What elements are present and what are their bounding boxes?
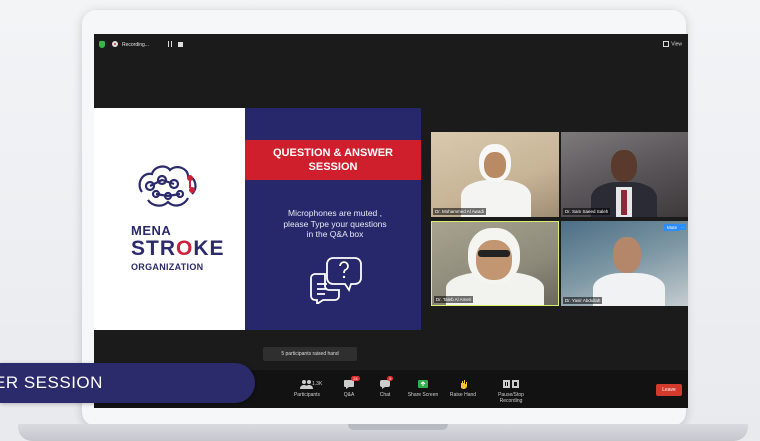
share-screen-button[interactable]: Share Screen	[406, 379, 440, 398]
qa-badge: 24	[351, 376, 360, 381]
video-tile-4[interactable]: Mute … Dr. Yasir Abdullah	[561, 221, 688, 306]
participant-name: Dr. Mohammed Al Awadi	[433, 208, 486, 215]
person-silhouette	[593, 273, 665, 306]
zoom-top-bar: Recording... View	[94, 34, 688, 56]
logo-text-stroke: STROKE	[131, 237, 225, 261]
caption-text: ER SESSION	[0, 373, 103, 392]
raise-hand-icon	[461, 380, 467, 389]
logo-stroke-part2: KE	[193, 237, 225, 260]
participant-name: Dr. Sam Saeed Saleh	[563, 208, 611, 215]
mute-button[interactable]: Mute	[663, 224, 680, 231]
shared-slide: MENA STROKE ORGANIZATION QUESTION & ANSW…	[94, 108, 421, 330]
pause-stop-recording-button[interactable]: Pause/Stop Recording	[486, 379, 536, 404]
participant-name: Dr. Taleb Al Ameri	[434, 296, 474, 303]
laptop-notch	[348, 424, 448, 430]
grid-view-icon	[663, 41, 670, 47]
chat-label: Chat	[379, 392, 391, 398]
qa-msg-line1: Microphones are muted ,	[287, 208, 383, 218]
view-label: View	[671, 41, 682, 48]
logo-text-organization: ORGANIZATION	[131, 262, 204, 272]
brain-logo-icon	[138, 165, 197, 207]
logo-stroke-part1: STR	[131, 237, 176, 260]
raise-hand-button[interactable]: Raise Hand	[448, 379, 478, 398]
qa-banner-line2: SESSION	[308, 161, 358, 173]
qa-banner: QUESTION & ANSWER SESSION	[245, 140, 421, 180]
logo-stroke-o: O	[176, 237, 194, 260]
person-head	[611, 150, 637, 182]
slide-qa-panel: QUESTION & ANSWER SESSION Microphones ar…	[245, 108, 421, 330]
participants-label: Participants	[293, 392, 321, 398]
logo-text-mena: MENA	[131, 223, 172, 238]
view-button[interactable]: View	[663, 41, 682, 47]
person-face	[476, 240, 512, 280]
leave-button[interactable]: Leave	[656, 384, 682, 396]
person-glasses	[478, 250, 510, 257]
video-tile-3-active-speaker[interactable]: Dr. Taleb Al Ameri	[431, 221, 559, 306]
participants-count: 1.3K	[312, 381, 323, 387]
chat-badge: 5	[387, 376, 394, 381]
security-shield-icon[interactable]	[99, 41, 105, 48]
raised-hands-toast: 5 participants raised hand	[263, 347, 357, 361]
stop-recording-icon[interactable]	[178, 42, 183, 47]
slide-logo-panel: MENA STROKE ORGANIZATION	[94, 108, 245, 330]
chat-button[interactable]: 5 Chat	[374, 376, 396, 398]
pause-recording-icon[interactable]	[168, 41, 172, 47]
qa-msg-line2: please Type your questions	[283, 218, 387, 229]
participants-button[interactable]: 1.3K Participants	[290, 379, 324, 398]
video-tile-1[interactable]: Dr. Mohammed Al Awadi	[431, 132, 559, 217]
video-tile-2[interactable]: Dr. Sam Saeed Saleh	[561, 132, 688, 217]
pause-stop-icon	[503, 380, 519, 388]
qa-label: Q&A	[343, 392, 355, 398]
qa-msg-line3: in the Q&A box	[306, 229, 364, 239]
recording-icon	[112, 41, 118, 47]
zoom-window: Recording... View MENA STROKE ORGANIZATI…	[94, 34, 688, 408]
person-head	[613, 237, 641, 273]
qa-button[interactable]: 24 Q&A	[338, 376, 360, 398]
pause-stop-label: Pause/Stop Recording	[498, 392, 524, 404]
share-screen-icon	[418, 380, 428, 388]
caption-overlay: ER SESSION	[0, 363, 255, 403]
recording-label: Recording...	[122, 42, 149, 48]
qa-banner-line1: QUESTION & ANSWER	[273, 147, 393, 159]
raise-hand-label: Raise Hand	[449, 392, 477, 398]
laptop-base	[18, 424, 748, 441]
participant-name: Dr. Yasir Abdullah	[563, 297, 603, 304]
more-options-icon[interactable]: …	[680, 224, 686, 230]
question-chat-icon	[310, 257, 362, 304]
person-tie	[621, 190, 627, 215]
share-screen-label: Share Screen	[407, 392, 439, 398]
person-face	[484, 152, 506, 178]
qa-instructions: Microphones are muted , please Type your…	[257, 208, 413, 240]
